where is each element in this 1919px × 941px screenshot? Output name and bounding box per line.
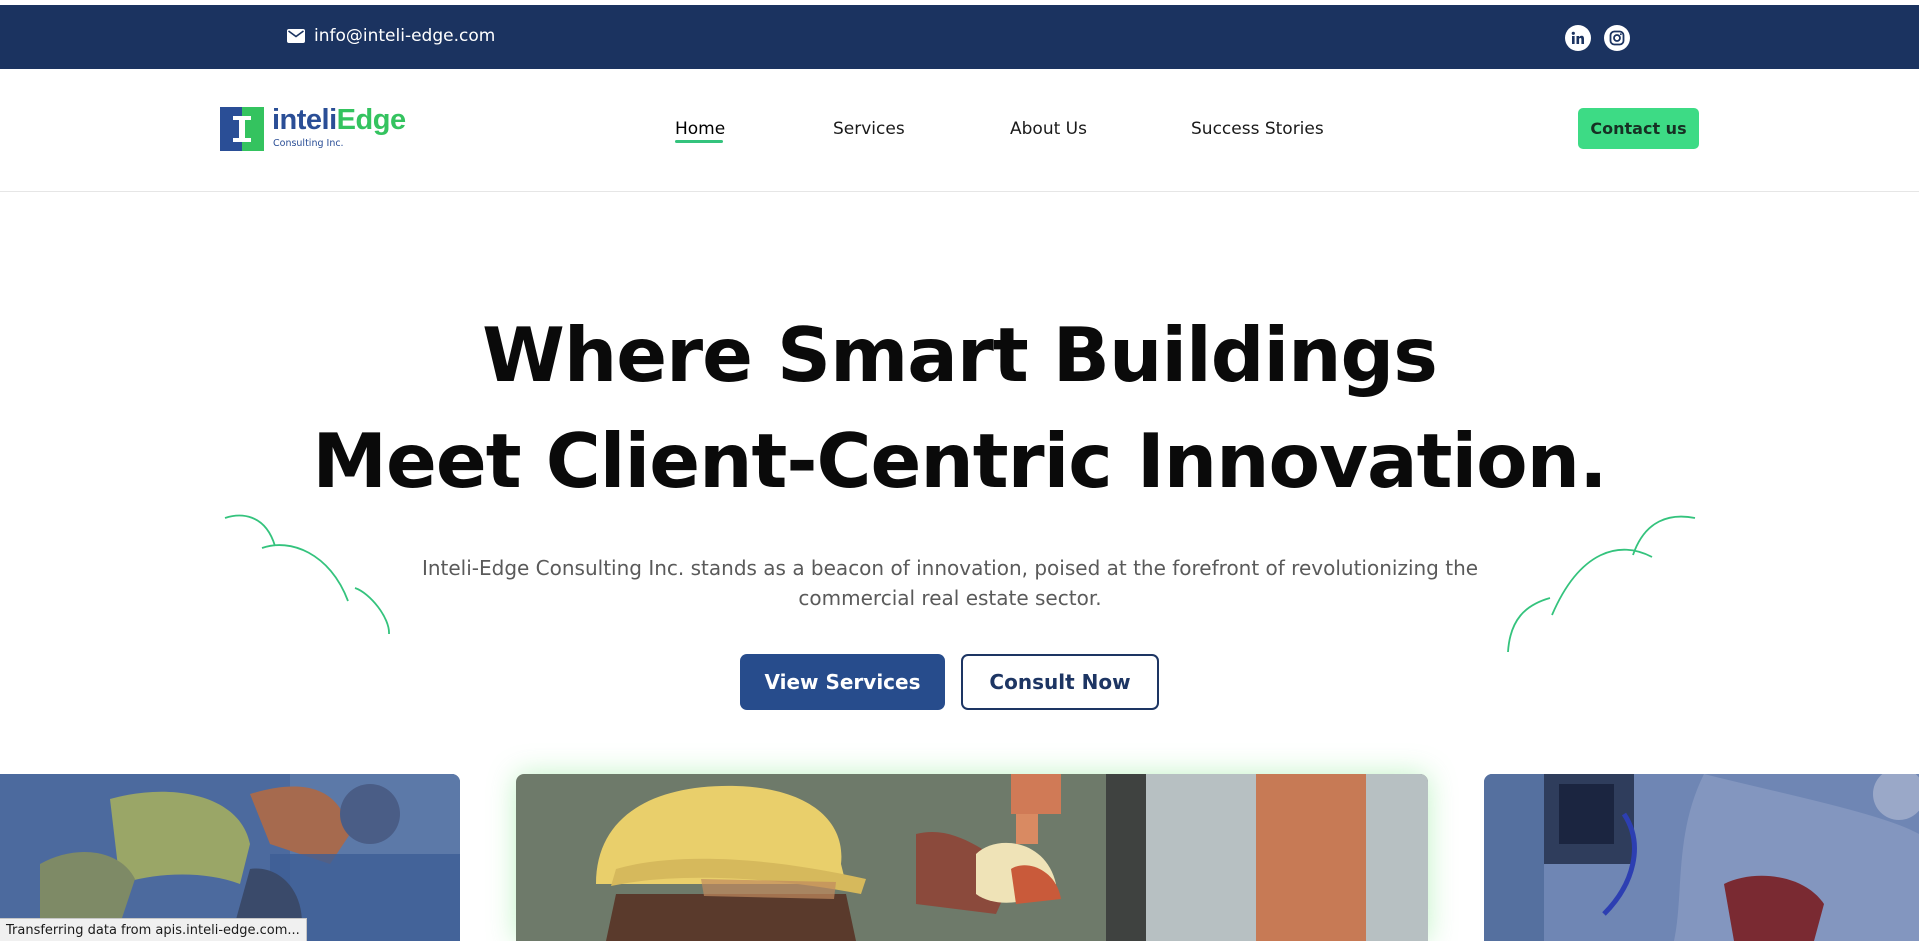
decorative-vine-right <box>1500 0 1700 150</box>
nav-services[interactable]: Services <box>833 119 905 139</box>
electrician-hardhat-photo <box>516 774 1428 941</box>
consult-now-button[interactable]: Consult Now <box>961 654 1159 710</box>
email-text: info@inteli-edge.com <box>314 26 496 46</box>
logo-word-inteli: inteli <box>272 104 337 136</box>
logo-word-edge: Edge <box>336 104 406 136</box>
nav-about-us[interactable]: About Us <box>1010 119 1087 139</box>
logo-mark-icon <box>220 107 264 151</box>
decorative-vine-right-2 <box>1507 515 1696 653</box>
decorative-vine-left <box>224 514 390 635</box>
hero-title-line1: Where Smart Buildings <box>482 311 1438 399</box>
hero-title-line2: Meet Client-Centric Innovation. <box>312 417 1607 505</box>
browser-status-bar: Transferring data from apis.inteli-edge.… <box>0 918 307 941</box>
logo-wordmark: inteliEdge <box>272 104 406 137</box>
view-services-button[interactable]: View Services <box>740 654 945 710</box>
nav-success-stories[interactable]: Success Stories <box>1191 119 1324 139</box>
nav-home[interactable]: Home <box>675 119 725 139</box>
nav-active-underline <box>675 140 723 143</box>
logo-tagline: Consulting Inc. <box>273 138 344 149</box>
logo[interactable]: inteliEdge Consulting Inc. <box>220 104 420 153</box>
construction-workers-photo <box>0 774 460 941</box>
mail-icon <box>287 29 305 43</box>
ev-charger-photo <box>1484 774 1919 941</box>
hero-subtitle: Inteli-Edge Consulting Inc. stands as a … <box>421 556 1479 610</box>
email-link[interactable]: info@inteli-edge.com <box>287 26 495 46</box>
